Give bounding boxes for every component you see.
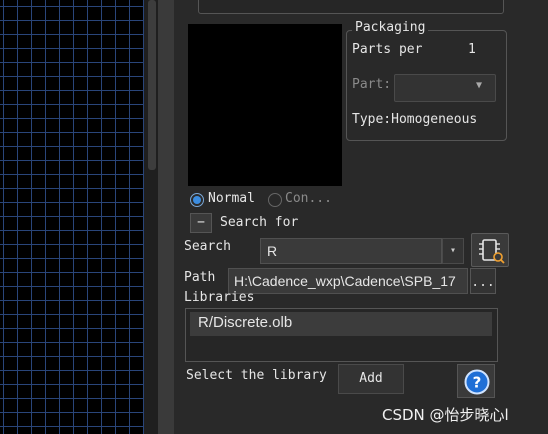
part-preview [188,24,342,186]
help-button[interactable]: ? [457,364,495,398]
normal-radio[interactable] [190,193,204,207]
part-search-icon [479,239,505,264]
scrollbar-thumb[interactable] [148,0,156,170]
collapse-search-button[interactable]: − [190,213,212,233]
libraries-label: Libraries [184,290,255,304]
parts-per-value: 1 [468,42,476,57]
library-list-item[interactable]: R/Discrete.olb [190,312,492,336]
watermark-text: CSDN @怡步晓心l [382,406,509,424]
schematic-canvas[interactable] [0,0,144,434]
path-label: Path [184,270,216,285]
add-library-button[interactable]: Add [338,364,404,394]
part-label: Part: [352,77,392,92]
chevron-down-icon[interactable]: ▼ [476,80,482,91]
help-icon: ? [464,369,490,395]
parts-per-label: Parts per [352,42,423,57]
type-label: Type:Homogeneous [352,112,478,127]
search-input[interactable]: R [260,238,442,264]
normal-radio-label[interactable]: Normal [208,191,255,206]
convert-radio[interactable] [268,193,282,207]
search-for-label: Search for [220,215,299,230]
browse-button[interactable]: ... [470,268,496,294]
search-part-button[interactable] [471,233,509,267]
search-label: Search [184,239,231,254]
panel-splitter[interactable] [158,0,174,434]
part-list-box[interactable] [198,0,504,14]
packaging-title: Packaging [352,20,429,35]
search-dropdown-icon[interactable]: ▾ [442,238,464,264]
select-library-text: Select the library [186,368,327,383]
convert-radio-label[interactable]: Con... [285,191,332,206]
svg-text:?: ? [473,374,482,392]
path-input[interactable]: H:\Cadence_wxp\Cadence\SPB_17 [228,268,468,294]
